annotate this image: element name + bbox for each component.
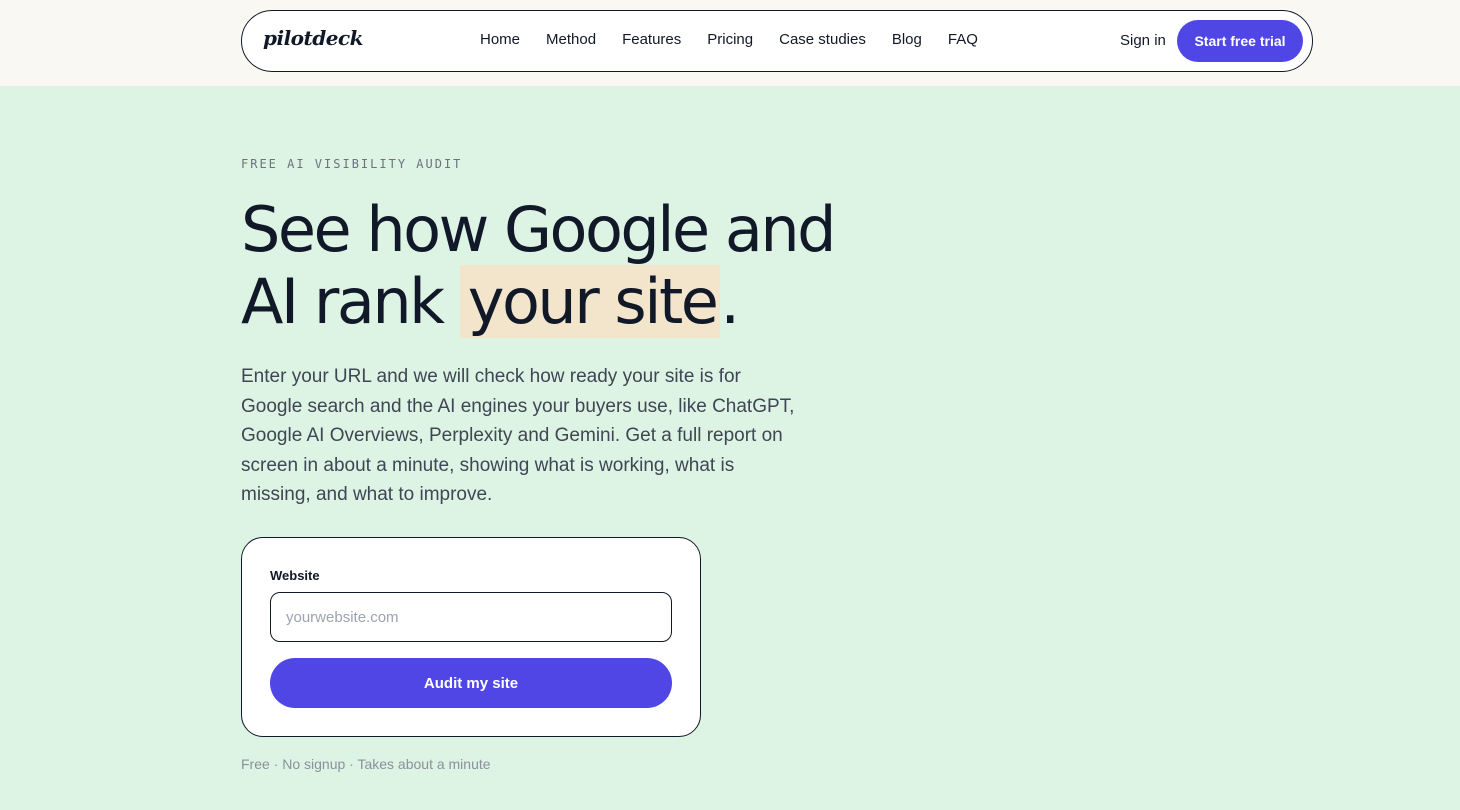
headline-prefix: AI rank <box>241 265 460 338</box>
headline-highlight: your site <box>459 265 721 338</box>
website-label: Website <box>270 568 320 583</box>
nav-link-method[interactable]: Method <box>546 31 596 48</box>
nav-link-home[interactable]: Home <box>480 31 520 48</box>
nav-link-features[interactable]: Features <box>622 31 681 48</box>
start-free-trial-button[interactable]: Start free trial <box>1177 20 1303 62</box>
audit-my-site-button[interactable]: Audit my site <box>270 658 672 708</box>
audit-form-card: Website Audit my site <box>241 537 701 737</box>
top-bar: pilotdeck Home Method Features Pricing C… <box>0 0 1460 86</box>
headline-line-1: See how Google and <box>241 193 836 266</box>
brand-logo[interactable]: pilotdeck <box>263 26 364 50</box>
eyebrow-label: FREE AI VISIBILITY AUDIT <box>241 157 463 171</box>
nav-link-pricing[interactable]: Pricing <box>707 31 753 48</box>
nav-link-faq[interactable]: FAQ <box>948 31 978 48</box>
headline-suffix: . <box>720 265 740 338</box>
website-input[interactable] <box>270 592 672 642</box>
sign-in-link[interactable]: Sign in <box>1120 32 1166 49</box>
page-title: See how Google and AI rank your site. <box>241 194 881 338</box>
intro-paragraph: Enter your URL and we will check how rea… <box>241 366 795 505</box>
nav-links: Home Method Features Pricing Case studie… <box>480 31 978 48</box>
main-nav: pilotdeck Home Method Features Pricing C… <box>241 10 1313 72</box>
form-footnote: Free · No signup · Takes about a minute <box>241 756 491 772</box>
nav-link-case-studies[interactable]: Case studies <box>779 31 866 48</box>
nav-link-blog[interactable]: Blog <box>892 31 922 48</box>
